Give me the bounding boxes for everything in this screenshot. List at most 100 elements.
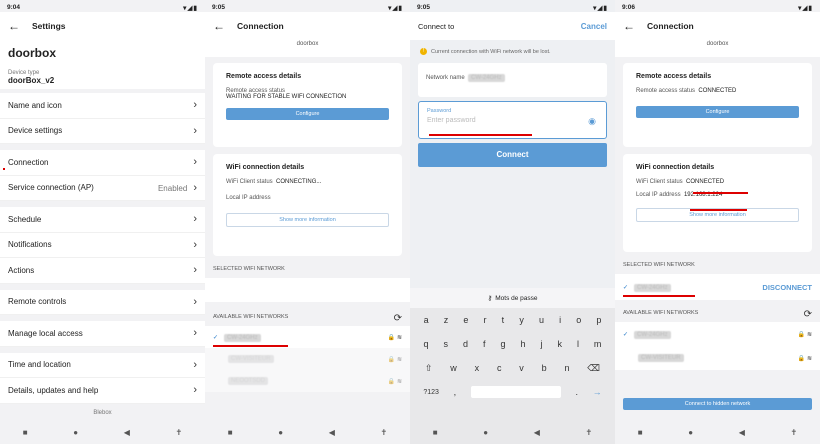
network-item[interactable]: CW-VISITEUR 🔒 ≋ [205, 348, 410, 370]
menu-actions[interactable]: Actions › [0, 258, 205, 284]
menu-label: Schedule [8, 214, 42, 224]
key[interactable]: r [484, 315, 487, 325]
menu-connection[interactable]: Connection › [0, 150, 205, 176]
accessibility-icon[interactable]: ✝ [585, 428, 592, 437]
connect-button[interactable]: Connect [418, 143, 607, 167]
back-icon[interactable]: ◀ [534, 428, 540, 437]
key[interactable]: j [540, 339, 542, 349]
home-icon[interactable]: ● [688, 428, 693, 437]
menu-details[interactable]: Details, updates and help › [0, 378, 205, 404]
status-bar: 9:06 ▾◢▮ [622, 4, 813, 12]
key[interactable]: u [539, 315, 544, 325]
settings-screen: 9:04 ▾◢▮ ← Settings doorbox Device type do… [0, 0, 205, 444]
comma-key[interactable]: , [454, 387, 457, 397]
back-arrow-icon[interactable]: ← [623, 19, 635, 33]
wifi-status-value: CONNECTED [686, 179, 725, 185]
home-icon[interactable]: ● [73, 428, 78, 437]
device-subtitle: doorbox [205, 40, 410, 57]
key[interactable]: w [450, 363, 457, 373]
key[interactable]: b [542, 363, 547, 373]
recent-apps-icon[interactable]: ■ [23, 428, 28, 437]
key[interactable]: t [502, 315, 505, 325]
recent-apps-icon[interactable]: ■ [228, 428, 233, 437]
accessibility-icon[interactable]: ✝ [790, 428, 797, 437]
key[interactable]: h [520, 339, 525, 349]
accessibility-icon[interactable]: ✝ [380, 428, 387, 437]
system-nav: ■ ● ◀ ✝ [0, 420, 205, 444]
period-key[interactable]: . [575, 387, 578, 397]
home-icon[interactable]: ● [278, 428, 283, 437]
back-icon[interactable]: ◀ [124, 428, 130, 437]
menu-remote-controls[interactable]: Remote controls › [0, 290, 205, 315]
menu-label: Connection [8, 157, 49, 167]
network-name: NEOOTSDD [228, 377, 269, 385]
password-input[interactable]: Enter password [427, 117, 598, 124]
back-arrow-icon[interactable]: ← [213, 19, 225, 33]
menu-notifications[interactable]: Notifications › [0, 233, 205, 258]
key[interactable]: m [594, 339, 602, 349]
cancel-button[interactable]: Cancel [581, 22, 607, 31]
network-item[interactable]: ✓ CW-24GHz 🔒 ≋ [615, 322, 820, 346]
configure-button[interactable]: Configure [226, 108, 389, 120]
key[interactable]: a [424, 315, 429, 325]
key[interactable]: q [423, 339, 428, 349]
key[interactable]: g [500, 339, 505, 349]
network-name-label: Network name [426, 75, 465, 81]
space-key[interactable] [470, 386, 561, 398]
password-field[interactable]: Password Enter password ◉ [418, 101, 607, 139]
menu-name-and-icon[interactable]: Name and icon › [0, 93, 205, 119]
back-arrow-icon[interactable]: ← [8, 19, 20, 33]
network-name: CW-24GHz [634, 330, 671, 339]
key[interactable]: x [475, 363, 480, 373]
menu-label: Name and icon [8, 100, 62, 110]
network-item[interactable]: ✓ CW-24GHz 🔒 ≋ [205, 326, 410, 348]
key[interactable]: d [463, 339, 468, 349]
menu-label: Remote controls [8, 297, 67, 307]
lock-wifi-icon: 🔒 ≋ [387, 378, 402, 385]
menu-device-settings[interactable]: Device settings › [0, 119, 205, 144]
key[interactable]: s [443, 339, 448, 349]
enter-key[interactable]: → [593, 387, 602, 397]
chevron-right-icon: › [193, 384, 197, 397]
refresh-icon[interactable]: ⟳ [804, 303, 812, 320]
connect-hidden-network-button[interactable]: Connect to hidden network [623, 398, 812, 410]
menu-manage-local-access[interactable]: Manage local access › [0, 321, 205, 347]
key[interactable]: e [463, 315, 468, 325]
recent-apps-icon[interactable]: ■ [433, 428, 438, 437]
key[interactable]: f [483, 339, 486, 349]
network-item[interactable]: CW-VISITEUR 🔒 ≋ [615, 346, 820, 370]
menu-time-location[interactable]: Time and location › [0, 353, 205, 378]
symbols-key[interactable]: ?123 [423, 389, 439, 396]
key[interactable]: y [519, 315, 524, 325]
eye-icon[interactable]: ◉ [588, 116, 596, 127]
show-more-button[interactable]: Show more information [226, 213, 389, 227]
key[interactable]: z [444, 315, 449, 325]
home-icon[interactable]: ● [483, 428, 488, 437]
red-underline [213, 345, 288, 347]
key[interactable]: n [564, 363, 569, 373]
configure-button[interactable]: Configure [636, 106, 799, 118]
remote-access-card: Remote access details Remote access stat… [623, 63, 812, 147]
shift-key[interactable]: ⇧ [425, 363, 433, 374]
page-title: Connection [237, 21, 284, 31]
selected-network-header: SELECTED WIFI NETWORK [213, 266, 285, 272]
disconnect-button[interactable]: DISCONNECT [762, 283, 812, 292]
key[interactable]: c [497, 363, 502, 373]
key[interactable]: i [559, 315, 561, 325]
backspace-key[interactable]: ⌫ [587, 363, 600, 374]
back-icon[interactable]: ◀ [329, 428, 335, 437]
menu-schedule[interactable]: Schedule › [0, 207, 205, 233]
refresh-icon[interactable]: ⟳ [394, 305, 402, 324]
chevron-right-icon: › [193, 238, 197, 251]
key[interactable]: v [519, 363, 524, 373]
recent-apps-icon[interactable]: ■ [638, 428, 643, 437]
menu-service-connection[interactable]: Service connection (AP) Enabled › [0, 176, 205, 201]
key[interactable]: o [576, 315, 581, 325]
accessibility-icon[interactable]: ✝ [175, 428, 182, 437]
key[interactable]: k [557, 339, 562, 349]
network-item[interactable]: NEOOTSDD 🔒 ≋ [205, 370, 410, 392]
wifi-details-card: WiFi connection details WiFi Client stat… [213, 154, 402, 256]
key[interactable]: p [596, 315, 601, 325]
back-icon[interactable]: ◀ [739, 428, 745, 437]
key[interactable]: l [577, 339, 579, 349]
